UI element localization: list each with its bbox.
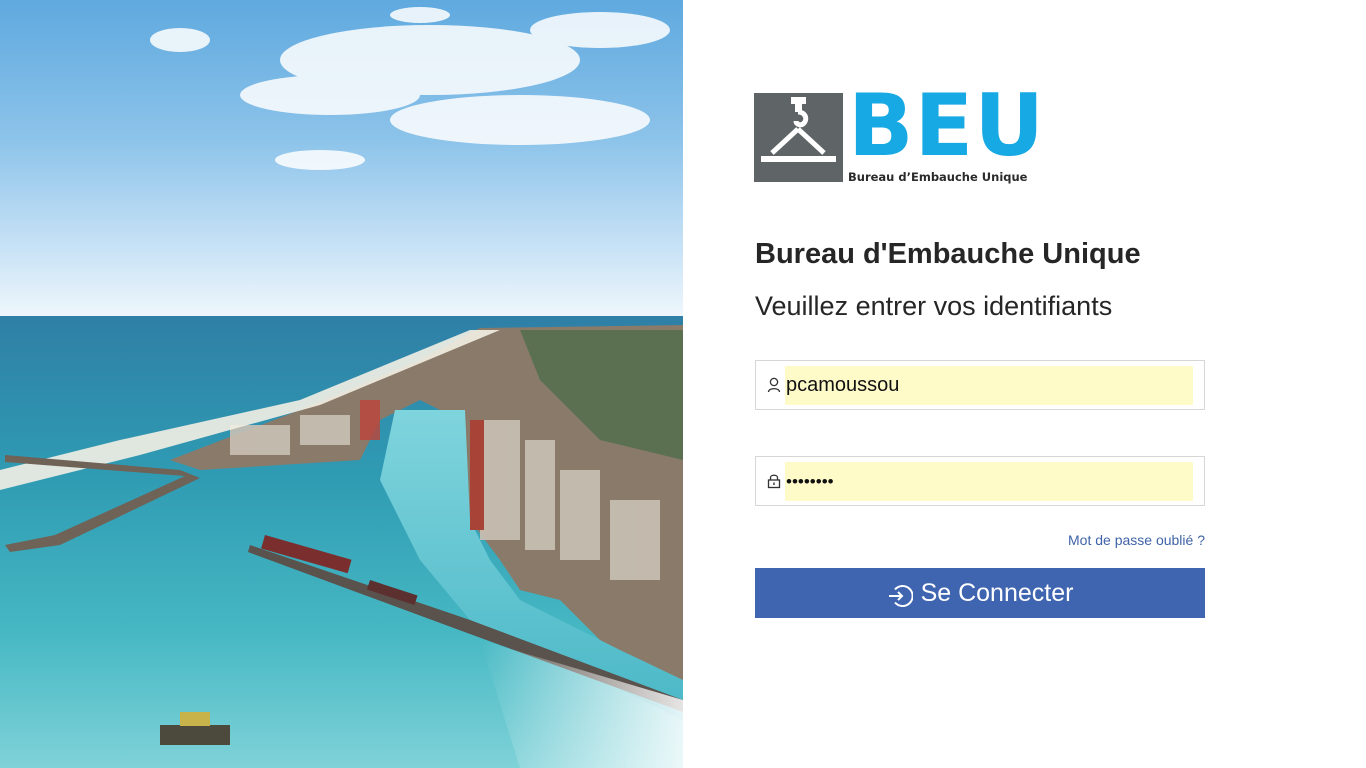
username-field	[755, 360, 1205, 410]
forgot-password-link[interactable]: Mot de passe oublié ?	[1068, 532, 1205, 548]
beu-logo: BEU Bureau d’Embauche Unique	[754, 83, 1044, 185]
crane-hook-emblem	[754, 93, 843, 182]
lock-icon	[767, 473, 781, 489]
logo-wordmark: BEU	[848, 76, 1046, 176]
username-input[interactable]	[785, 366, 1193, 405]
login-button-label: Se Connecter	[920, 578, 1074, 607]
login-arrow-icon	[888, 585, 913, 607]
page-subtitle: Veuillez entrer vos identifiants	[755, 291, 1113, 321]
crane-hook-icon	[761, 97, 836, 162]
password-field	[755, 456, 1205, 506]
password-input[interactable]	[785, 462, 1193, 501]
page-title: Bureau d'Embauche Unique	[755, 238, 1141, 270]
user-icon	[767, 377, 781, 393]
login-button-content: Se Connecter	[755, 568, 1205, 618]
login-button[interactable]: Se Connecter	[755, 568, 1205, 618]
port-aerial-photo	[0, 0, 683, 768]
port-illustration	[0, 7, 683, 768]
login-page: BEU Bureau d’Embauche Unique Bureau d'Em…	[0, 0, 1366, 768]
clouds	[150, 7, 670, 170]
logo-caption: Bureau d’Embauche Unique	[848, 170, 1028, 184]
